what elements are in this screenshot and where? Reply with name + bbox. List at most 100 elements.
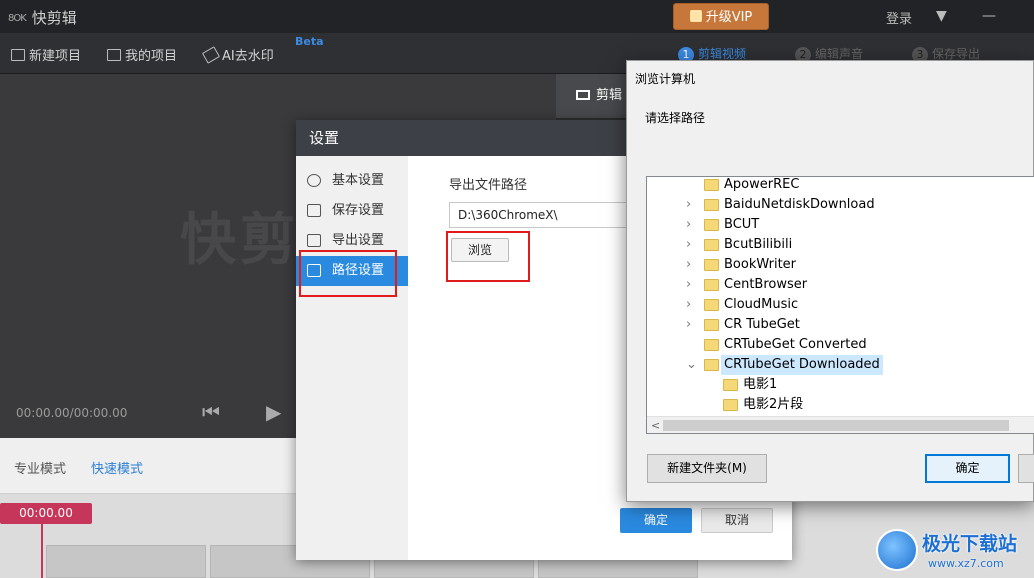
export-icon (307, 234, 321, 247)
minimize-icon[interactable]: — (982, 8, 996, 24)
chevron-right-icon[interactable]: › (686, 195, 698, 215)
scroll-left-icon[interactable]: < (651, 417, 660, 433)
scrollbar-thumb[interactable] (663, 420, 1009, 431)
timeline-clip[interactable] (46, 545, 206, 578)
folder-icon (704, 299, 719, 311)
sidebar-item-save[interactable]: 保存设置 (296, 196, 408, 226)
tree-folder-row[interactable]: CRTubeGet Converted (647, 335, 1034, 355)
highlight-box (446, 231, 530, 282)
step-label: 编辑声音 (815, 47, 864, 61)
folder-name: CRTubeGet Downloaded (721, 355, 883, 375)
tree-folder-row[interactable]: › BcutBilibili (647, 235, 1034, 255)
chevron-right-icon[interactable]: › (686, 295, 698, 315)
marker-time-label: 00:00.00 (19, 506, 73, 520)
folder-name: 电影2片段 (743, 397, 804, 412)
browse-dialog-title: 浏览计算机 (635, 72, 696, 86)
folder-icon (723, 399, 738, 411)
chevron-right-icon[interactable]: › (686, 275, 698, 295)
folder-name: BCUT (724, 217, 760, 232)
chevron-right-icon[interactable]: › (686, 215, 698, 235)
site-name: 极光下载站 (922, 533, 1018, 555)
chevron-right-icon[interactable]: › (686, 255, 698, 275)
browse-cancel-button[interactable] (1018, 454, 1034, 483)
step-label: 剪辑视频 (698, 47, 747, 61)
settings-ok-button[interactable]: 确定 (620, 508, 692, 533)
folder-tree[interactable]: ApowerREC › BaiduNetdiskDownload › BCUT › Bcut… (646, 176, 1034, 434)
preview-watermark: 快剪 (180, 208, 300, 273)
tree-folder-row[interactable]: ⌄ CRTubeGet Downloaded (647, 355, 1034, 375)
folder-icon (704, 359, 719, 371)
tree-folder-row[interactable]: › CR TubeGet (647, 315, 1034, 335)
folder-icon (704, 179, 719, 191)
folder-name: 电影1 (743, 377, 778, 392)
export-path-label: 导出文件路径 (449, 178, 528, 193)
save-icon (307, 204, 321, 217)
folder-icon (704, 319, 719, 331)
folder-icon (723, 379, 738, 391)
folder-icon (704, 279, 719, 291)
tree-folder-row[interactable]: › CloudMusic (647, 295, 1034, 315)
folder-icon (704, 339, 719, 351)
playhead-time-marker[interactable]: 00:00.00 (0, 503, 92, 524)
app-logo: 8OK 快剪辑 (8, 7, 77, 28)
tree-folder-row[interactable]: 电影1 (647, 375, 1034, 395)
my-projects-button[interactable]: 我的项目 (107, 45, 177, 64)
login-link[interactable]: 登录 (886, 8, 912, 27)
site-watermark: 极光下载站 www.xz7.com (872, 527, 1034, 578)
ai-watermark-button[interactable]: AI去水印 (201, 45, 274, 64)
tree-folder-row[interactable]: 电影2片段 (647, 395, 1034, 415)
highlight-box (299, 250, 397, 297)
menu-dropdown-icon[interactable]: ▼ (936, 8, 947, 24)
folder-name: BookWriter (724, 257, 797, 272)
folder-name: CRTubeGet Converted (724, 337, 867, 352)
playhead-line[interactable] (41, 524, 43, 578)
beta-badge: Beta (295, 35, 324, 48)
folder-name: BaiduNetdiskDownload (724, 197, 875, 212)
tab-edit[interactable]: 剪辑 (556, 74, 636, 118)
plus-box-icon (11, 49, 25, 61)
chevron-right-icon[interactable]: › (686, 315, 698, 335)
browse-ok-button[interactable]: 确定 (925, 454, 1010, 483)
my-projects-label: 我的项目 (125, 49, 178, 64)
horizontal-scrollbar[interactable]: < (647, 416, 1034, 433)
tree-folder-row[interactable]: › BookWriter (647, 255, 1034, 275)
globe-logo-icon (876, 529, 918, 571)
folder-name: CentBrowser (724, 277, 808, 292)
fast-mode-tab[interactable]: 快速模式 (91, 458, 143, 477)
folder-icon (704, 219, 719, 231)
folder-icon (704, 259, 719, 271)
gear-icon (307, 174, 321, 187)
browse-computer-dialog: 浏览计算机 请选择路径 ApowerREC › BaiduNetdiskDownlo… (626, 60, 1034, 502)
chevron-right-icon[interactable]: › (686, 235, 698, 255)
logo-prefix: 8OK (8, 13, 27, 24)
playback-timecode: 00:00.00/00:00.00 (16, 406, 128, 420)
tree-folder-row[interactable]: › BCUT (647, 215, 1034, 235)
new-project-label: 新建项目 (29, 49, 82, 64)
tree-folder-row[interactable]: › BaiduNetdiskDownload (647, 195, 1034, 215)
new-project-button[interactable]: 新建项目 (11, 45, 81, 64)
sidebar-item-basic[interactable]: 基本设置 (296, 166, 408, 196)
site-url: www.xz7.com (928, 557, 1004, 570)
tree-folder-row[interactable]: › CentBrowser (647, 275, 1034, 295)
sidebar-item-label: 保存设置 (332, 203, 385, 218)
settings-sidebar: 基本设置 保存设置 导出设置 路径设置 (296, 156, 408, 560)
chevron-down-icon[interactable]: ⌄ (686, 355, 698, 375)
sidebar-item-label: 导出设置 (332, 233, 385, 248)
upgrade-vip-label: 升级VIP (705, 10, 753, 25)
skip-back-icon[interactable]: ⏮ (202, 400, 220, 424)
settings-cancel-button[interactable]: 取消 (701, 508, 773, 533)
folder-icon (107, 49, 121, 61)
new-folder-button[interactable]: 新建文件夹(M) (647, 454, 767, 483)
pro-mode-tab[interactable]: 专业模式 (14, 458, 66, 477)
folder-name: BcutBilibili (724, 237, 793, 252)
camera-icon (576, 90, 590, 100)
folder-name: CloudMusic (724, 297, 799, 312)
browse-dialog-prompt: 请选择路径 (645, 111, 706, 125)
tree-folder-row[interactable]: ApowerREC (647, 177, 1034, 195)
ai-watermark-label: AI去水印 (222, 49, 274, 64)
play-icon[interactable]: ▶ (266, 400, 281, 424)
tab-edit-label: 剪辑 (596, 88, 623, 103)
step-label: 保存导出 (932, 47, 981, 61)
eraser-icon (201, 46, 221, 64)
upgrade-vip-button[interactable]: 升级VIP (673, 3, 769, 30)
